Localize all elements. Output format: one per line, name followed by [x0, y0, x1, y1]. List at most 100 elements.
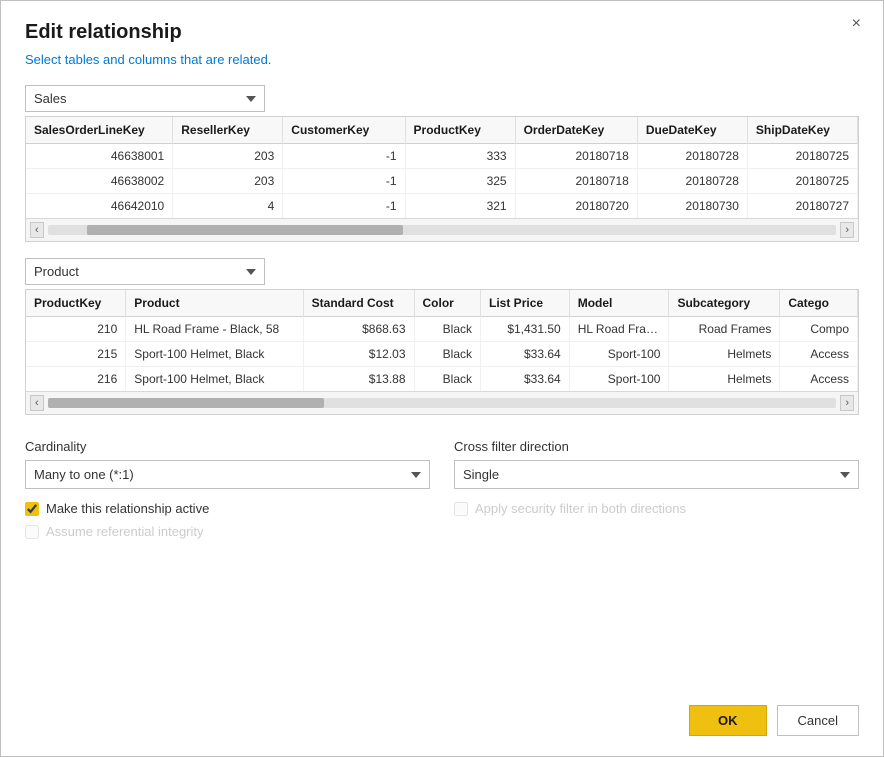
- right-options: Apply security filter in both directions: [454, 501, 859, 547]
- table-cell: 210: [26, 317, 126, 342]
- sales-table-section: Sales SalesOrderLineKey ResellerKey Cust…: [25, 85, 859, 242]
- sales-col-header-3: CustomerKey: [283, 117, 405, 144]
- table-cell: Black: [414, 317, 481, 342]
- security-filter-checkbox[interactable]: [454, 502, 468, 516]
- referential-integrity-row: Assume referential integrity: [25, 524, 430, 539]
- sales-col-header-5: OrderDateKey: [515, 117, 637, 144]
- sales-scroll-left[interactable]: ‹: [30, 222, 44, 238]
- table-cell: 46642010: [26, 194, 173, 219]
- table-cell: -1: [283, 144, 405, 169]
- table-cell: $13.88: [303, 367, 414, 392]
- table-cell: $868.63: [303, 317, 414, 342]
- sales-col-header-1: SalesOrderLineKey: [26, 117, 173, 144]
- table-cell: Access: [780, 342, 858, 367]
- table-cell: $1,431.50: [481, 317, 570, 342]
- table-cell: 333: [405, 144, 515, 169]
- close-button[interactable]: ×: [846, 13, 867, 35]
- security-filter-label: Apply security filter in both directions: [475, 501, 686, 516]
- table-cell: 46638002: [26, 169, 173, 194]
- table-cell: 203: [173, 169, 283, 194]
- product-scroll-left[interactable]: ‹: [30, 395, 44, 411]
- dialog-subtitle: Select tables and columns that are relat…: [25, 52, 859, 67]
- table-cell: 203: [173, 144, 283, 169]
- sales-col-header-2: ResellerKey: [173, 117, 283, 144]
- table-row: 466420104-1321201807202018073020180727: [26, 194, 858, 219]
- table-row: 210HL Road Frame - Black, 58$868.63Black…: [26, 317, 858, 342]
- table-cell: Helmets: [669, 342, 780, 367]
- left-options: Make this relationship active Assume ref…: [25, 501, 430, 547]
- table-cell: 20180730: [637, 194, 747, 219]
- sales-table-header-row: SalesOrderLineKey ResellerKey CustomerKe…: [26, 117, 858, 144]
- table-cell: -1: [283, 194, 405, 219]
- cardinality-dropdown[interactable]: Many to one (*:1) One to one (1:1) One t…: [25, 460, 430, 489]
- security-filter-row: Apply security filter in both directions: [454, 501, 859, 516]
- table-cell: Compo: [780, 317, 858, 342]
- make-active-row: Make this relationship active: [25, 501, 430, 516]
- product-data-table: ProductKey Product Standard Cost Color L…: [26, 290, 858, 391]
- table-row: 46638002203-1325201807182018072820180725: [26, 169, 858, 194]
- sales-col-header-6: DueDateKey: [637, 117, 747, 144]
- table-cell: 20180718: [515, 144, 637, 169]
- table-cell: 325: [405, 169, 515, 194]
- table-cell: $33.64: [481, 342, 570, 367]
- table-cell: Helmets: [669, 367, 780, 392]
- table-row: 216Sport-100 Helmet, Black$13.88Black$33…: [26, 367, 858, 392]
- ok-button[interactable]: OK: [689, 705, 767, 736]
- sales-table-wrapper: SalesOrderLineKey ResellerKey CustomerKe…: [25, 116, 859, 242]
- table-cell: 20180725: [747, 144, 857, 169]
- two-col-options: Make this relationship active Assume ref…: [25, 501, 859, 547]
- product-scroll-right[interactable]: ›: [840, 395, 854, 411]
- table-cell: 216: [26, 367, 126, 392]
- make-active-checkbox[interactable]: [25, 502, 39, 516]
- sales-scroll-track[interactable]: [48, 225, 837, 235]
- table-cell: 20180718: [515, 169, 637, 194]
- table-cell: 20180725: [747, 169, 857, 194]
- table-cell: Sport-100 Helmet, Black: [126, 342, 303, 367]
- table-cell: Road Frames: [669, 317, 780, 342]
- table-cell: Sport-100: [569, 342, 669, 367]
- product-col-header-3: Standard Cost: [303, 290, 414, 317]
- table-cell: Sport-100 Helmet, Black: [126, 367, 303, 392]
- table-cell: 321: [405, 194, 515, 219]
- referential-integrity-label: Assume referential integrity: [46, 524, 204, 539]
- table-cell: HL Road Frame - Black, 58: [126, 317, 303, 342]
- product-col-header-8: Catego: [780, 290, 858, 317]
- product-table-dropdown[interactable]: Product: [25, 258, 265, 285]
- table-cell: 4: [173, 194, 283, 219]
- table-cell: $33.64: [481, 367, 570, 392]
- crossfilter-dropdown[interactable]: Single Both: [454, 460, 859, 489]
- table-cell: Black: [414, 342, 481, 367]
- sales-col-header-7: ShipDateKey: [747, 117, 857, 144]
- sales-table-dropdown[interactable]: Sales: [25, 85, 265, 112]
- crossfilter-group: Cross filter direction Single Both: [454, 439, 859, 489]
- table-cell: 20180727: [747, 194, 857, 219]
- bottom-section: Cardinality Many to one (*:1) One to one…: [25, 439, 859, 689]
- table-cell: 46638001: [26, 144, 173, 169]
- cardinality-label: Cardinality: [25, 439, 430, 454]
- product-col-header-4: Color: [414, 290, 481, 317]
- product-table-header-row: ProductKey Product Standard Cost Color L…: [26, 290, 858, 317]
- product-scroll-track[interactable]: [48, 398, 837, 408]
- referential-integrity-checkbox[interactable]: [25, 525, 39, 539]
- product-col-header-5: List Price: [481, 290, 570, 317]
- cancel-button[interactable]: Cancel: [777, 705, 859, 736]
- cardinality-group: Cardinality Many to one (*:1) One to one…: [25, 439, 430, 489]
- sales-scroll-right[interactable]: ›: [840, 222, 854, 238]
- crossfilter-label: Cross filter direction: [454, 439, 859, 454]
- product-col-header-6: Model: [569, 290, 669, 317]
- table-row: 46638001203-1333201807182018072820180725: [26, 144, 858, 169]
- table-cell: $12.03: [303, 342, 414, 367]
- table-cell: 20180728: [637, 144, 747, 169]
- table-cell: Black: [414, 367, 481, 392]
- dialog-title: Edit relationship: [25, 21, 859, 44]
- table-cell: 20180720: [515, 194, 637, 219]
- make-active-label: Make this relationship active: [46, 501, 209, 516]
- table-cell: 215: [26, 342, 126, 367]
- cardinality-crossfilter-row: Cardinality Many to one (*:1) One to one…: [25, 439, 859, 489]
- product-col-header-2: Product: [126, 290, 303, 317]
- sales-scroll-bar: ‹ ›: [26, 218, 858, 241]
- edit-relationship-dialog: × Edit relationship Select tables and co…: [0, 0, 884, 757]
- product-col-header-1: ProductKey: [26, 290, 126, 317]
- sales-data-table: SalesOrderLineKey ResellerKey CustomerKe…: [26, 117, 858, 218]
- table-cell: 20180728: [637, 169, 747, 194]
